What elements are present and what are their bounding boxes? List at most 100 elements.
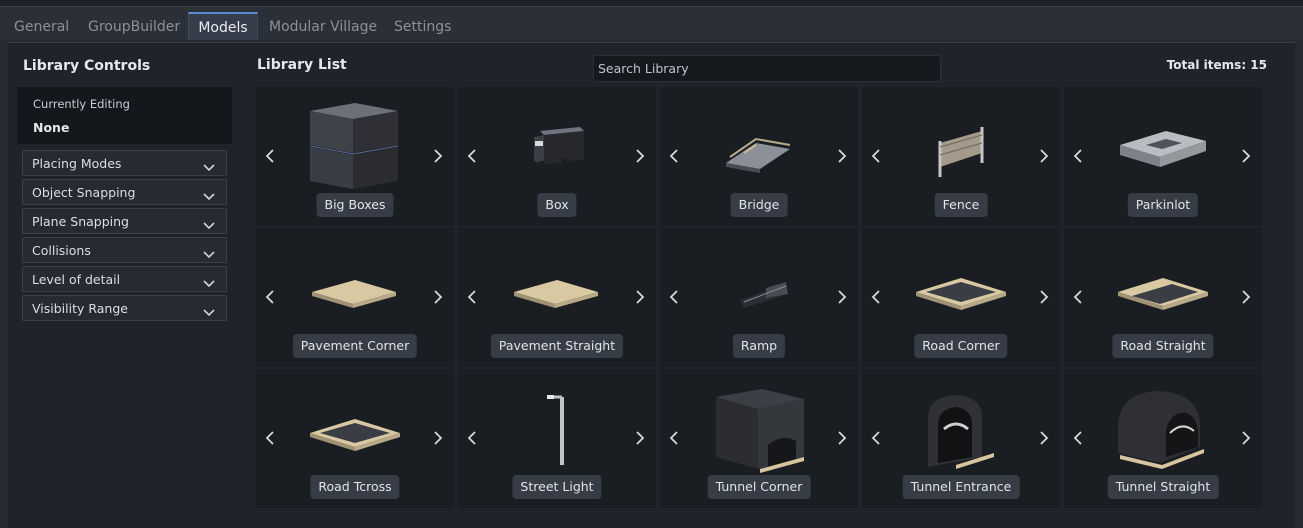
chevron-left-icon[interactable] [466,429,478,447]
library-item-parkinlot[interactable]: Parkinlot [1064,87,1262,226]
library-item-road-tcross[interactable]: Road Tcross [256,369,454,508]
model-preview [1108,101,1218,193]
library-item-pavement-straight[interactable]: Pavement Straight [458,228,656,367]
library-controls-title: Library Controls [23,58,151,74]
total-items-count: Total items: 15 [1166,58,1267,72]
library-item-big-boxes[interactable]: Big Boxes [256,87,454,226]
chevron-down-icon [202,158,216,172]
chevron-left-icon[interactable] [1072,429,1084,447]
model-preview [300,242,410,334]
chevron-right-icon[interactable] [1038,147,1050,165]
item-caption: Road Straight [1112,334,1214,358]
chevron-left-icon[interactable] [1072,288,1084,306]
tab-groupbuilder[interactable]: GroupBuilder [88,13,180,41]
chevron-left-icon[interactable] [466,147,478,165]
library-item-road-straight[interactable]: Road Straight [1064,228,1262,367]
chevron-left-icon[interactable] [870,429,882,447]
chevron-down-icon [202,216,216,230]
item-caption: Tunnel Straight [1107,475,1219,499]
chevron-right-icon[interactable] [634,429,646,447]
item-caption: Street Light [512,475,602,499]
chevron-left-icon[interactable] [264,429,276,447]
chevron-left-icon[interactable] [264,147,276,165]
library-grid: Big Boxes Box Bridge Fence Parkinlot Pavement… [256,87,1262,509]
library-item-box[interactable]: Box [458,87,656,226]
search-library-input[interactable] [593,55,941,82]
section-label: Level of detail [32,272,121,287]
item-caption: Bridge [730,193,788,217]
item-caption: Tunnel Entrance [902,475,1020,499]
library-item-bridge[interactable]: Bridge [660,87,858,226]
chevron-left-icon[interactable] [466,288,478,306]
chevron-right-icon[interactable] [1240,147,1252,165]
section-object-snapping[interactable]: Object Snapping [22,179,227,205]
model-preview [906,242,1016,334]
model-preview [300,383,410,475]
chevron-left-icon[interactable] [668,147,680,165]
tab-settings[interactable]: Settings [394,13,451,41]
model-preview [1108,383,1218,475]
library-item-street-light[interactable]: Street Light [458,369,656,508]
model-preview [502,242,612,334]
chevron-left-icon[interactable] [668,288,680,306]
model-preview [704,383,814,475]
chevron-right-icon[interactable] [1240,429,1252,447]
library-item-tunnel-corner[interactable]: Tunnel Corner [660,369,858,508]
item-caption: Box [537,193,577,217]
section-placing-modes[interactable]: Placing Modes [22,150,227,176]
chevron-left-icon[interactable] [870,288,882,306]
section-plane-snapping[interactable]: Plane Snapping [22,208,227,234]
item-caption: Road Tcross [310,475,400,499]
library-list-title: Library List [257,57,347,73]
chevron-right-icon[interactable] [1038,288,1050,306]
chevron-left-icon[interactable] [870,147,882,165]
chevron-left-icon[interactable] [264,288,276,306]
chevron-left-icon[interactable] [668,429,680,447]
chevron-right-icon[interactable] [836,429,848,447]
tab-modular-village[interactable]: Modular Village [269,13,377,41]
chevron-left-icon[interactable] [1072,147,1084,165]
item-caption: Pavement Corner [292,334,418,358]
library-item-tunnel-entrance[interactable]: Tunnel Entrance [862,369,1060,508]
library-item-ramp[interactable]: Ramp [660,228,858,367]
tab-bar: General GroupBuilder Models Modular Vill… [0,6,1303,40]
chevron-down-icon [202,303,216,317]
chevron-right-icon[interactable] [836,288,848,306]
section-collisions[interactable]: Collisions [22,237,227,263]
library-item-road-corner[interactable]: Road Corner [862,228,1060,367]
model-preview [704,242,814,334]
library-item-tunnel-straight[interactable]: Tunnel Straight [1064,369,1262,508]
section-label: Object Snapping [32,185,136,200]
chevron-down-icon [202,274,216,288]
chevron-right-icon[interactable] [432,429,444,447]
library-item-fence[interactable]: Fence [862,87,1060,226]
section-label: Placing Modes [32,156,122,171]
tab-models[interactable]: Models [188,12,258,40]
currently-editing-box: Currently Editing None [17,87,232,144]
model-preview [1108,242,1218,334]
item-caption: Pavement Straight [490,334,624,358]
item-caption: Road Corner [914,334,1008,358]
item-caption: Ramp [732,334,786,358]
chevron-right-icon[interactable] [634,288,646,306]
tab-general[interactable]: General [14,13,69,41]
chevron-right-icon[interactable] [1038,429,1050,447]
section-label: Visibility Range [32,301,128,316]
chevron-down-icon [202,245,216,259]
chevron-right-icon[interactable] [432,288,444,306]
section-level-of-detail[interactable]: Level of detail [22,266,227,292]
chevron-right-icon[interactable] [634,147,646,165]
chevron-right-icon[interactable] [836,147,848,165]
currently-editing-label: Currently Editing [33,97,130,111]
section-label: Plane Snapping [32,214,129,229]
section-label: Collisions [32,243,91,258]
model-preview [704,101,814,193]
chevron-right-icon[interactable] [1240,288,1252,306]
model-preview [300,101,410,193]
library-item-pavement-corner[interactable]: Pavement Corner [256,228,454,367]
model-preview [502,101,612,193]
chevron-right-icon[interactable] [432,147,444,165]
chevron-down-icon [202,187,216,201]
model-preview [502,383,612,475]
section-visibility-range[interactable]: Visibility Range [22,295,227,321]
